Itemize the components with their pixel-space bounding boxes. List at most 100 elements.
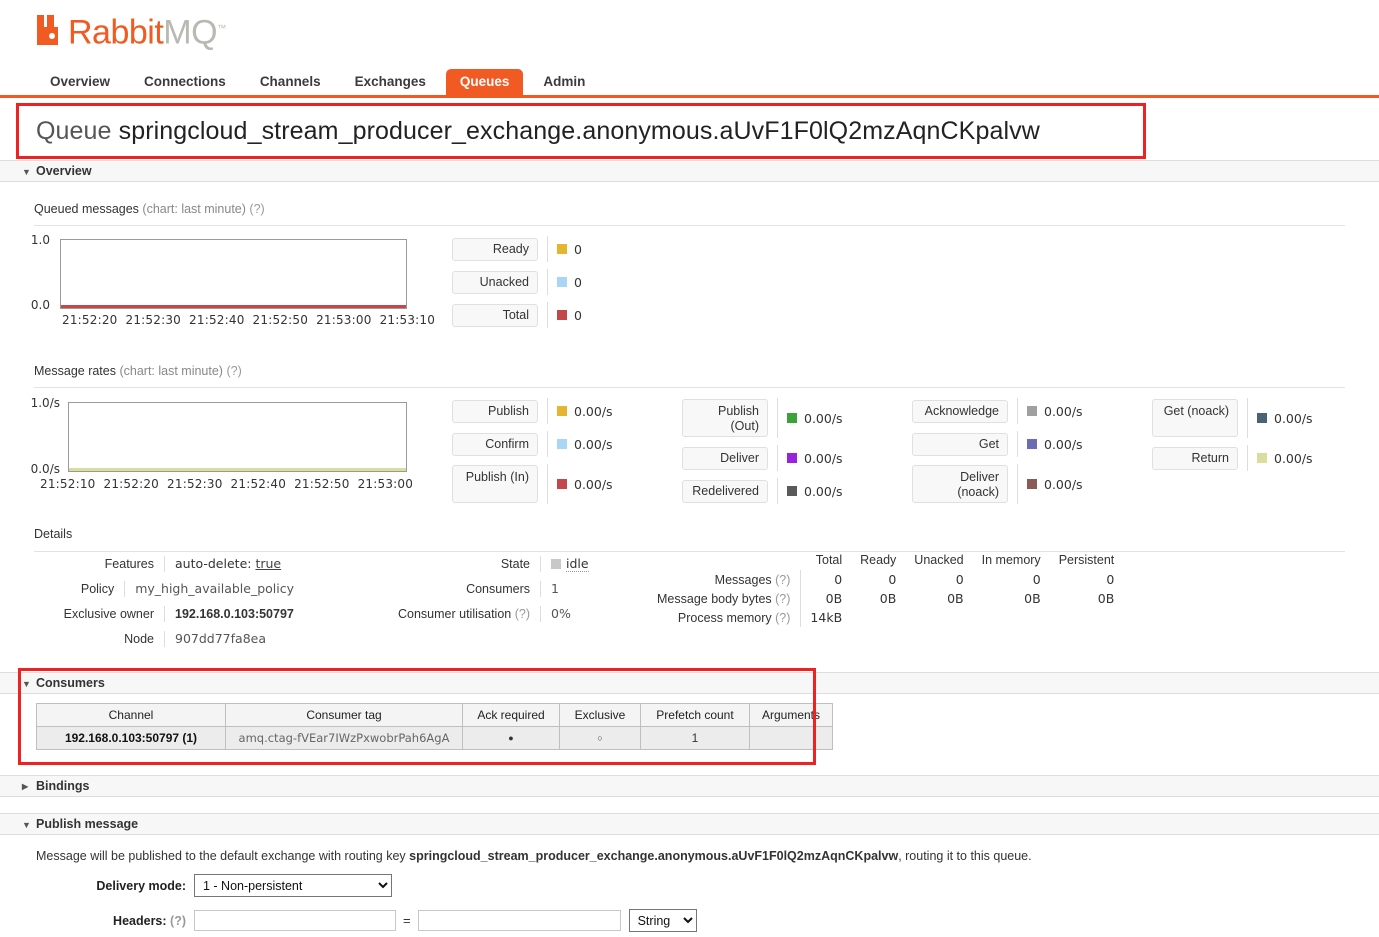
detail-features-value: auto-delete: true xyxy=(165,556,281,572)
return-button[interactable]: Return xyxy=(1152,446,1238,470)
legend-row-publish-in: Publish (In) 0.00/s xyxy=(452,464,613,504)
publish-in-value: 0.00/s xyxy=(574,476,613,492)
col-ack-required[interactable]: Ack required xyxy=(462,703,560,727)
delivery-mode-select[interactable]: 1 - Non-persistent 2 - Persistent xyxy=(194,874,392,897)
queued-messages-heading: Queued messages (chart: last minute) (?) xyxy=(0,202,265,216)
nav-tab-exchanges[interactable]: Exchanges xyxy=(341,69,440,95)
header-type-select[interactable]: String Number Boolean List xyxy=(628,909,697,932)
process-memory-total: 14kB xyxy=(810,610,843,625)
header-value-input[interactable] xyxy=(417,910,621,931)
detail-policy-value[interactable]: my_high_available_policy xyxy=(125,581,294,597)
nav-tab-connections[interactable]: Connections xyxy=(130,69,240,95)
swatch-acknowledge xyxy=(1027,406,1037,416)
row-pm-text: Process memory xyxy=(677,610,772,625)
brand-logo[interactable]: RabbitMQ™ xyxy=(36,8,226,52)
confirm-value: 0.00/s xyxy=(574,436,613,452)
legend-divider xyxy=(777,445,778,471)
section-label-bindings: Bindings xyxy=(36,779,90,793)
ready-button[interactable]: Ready xyxy=(452,237,538,261)
chart1-ytick-top: 1.0 xyxy=(30,233,50,247)
confirm-button[interactable]: Confirm xyxy=(452,432,538,456)
detail-policy-label: Policy xyxy=(34,581,126,597)
nav-tab-channels[interactable]: Channels xyxy=(246,69,335,95)
message-body-bytes-help-icon[interactable]: (?) xyxy=(775,592,790,606)
consumer-channel[interactable]: 192.168.0.103:50797 (1) xyxy=(36,726,226,750)
queued-messages-help-icon[interactable]: (?) xyxy=(249,202,264,216)
acknowledge-button[interactable]: Acknowledge xyxy=(912,399,1008,423)
get-button[interactable]: Get xyxy=(912,432,1008,456)
headers-label-text: Headers: xyxy=(113,913,167,928)
detail-consumer-utilisation-value: 0% xyxy=(551,606,571,621)
detail-exclusive-owner-value[interactable]: 192.168.0.103:50797 xyxy=(165,606,294,622)
chart1-xtick-3: 21:52:50 xyxy=(252,313,309,327)
legend-divider xyxy=(547,269,548,295)
publish-out-button[interactable]: Publish (Out) xyxy=(682,399,768,437)
legend-divider xyxy=(1017,431,1018,457)
legend-divider xyxy=(547,464,548,504)
publish-button[interactable]: Publish xyxy=(452,399,538,423)
total-button[interactable]: Total xyxy=(452,303,538,327)
legend-row-get-noack: Get (noack) 0.00/s xyxy=(1152,398,1313,438)
detail-state-value-wrap: idle xyxy=(541,556,589,572)
redelivered-button[interactable]: Redelivered xyxy=(682,479,768,503)
legend-divider xyxy=(1247,398,1248,438)
legend-divider xyxy=(547,302,548,328)
headers-help-icon[interactable]: (?) xyxy=(170,914,186,928)
get-noack-button[interactable]: Get (noack) xyxy=(1152,399,1238,437)
header-key-input[interactable] xyxy=(194,910,396,931)
col-prefetch-count[interactable]: Prefetch count xyxy=(640,703,750,727)
features-link[interactable]: true xyxy=(255,556,281,571)
nav-tab-queues[interactable]: Queues xyxy=(445,69,524,95)
chart2-return-line xyxy=(69,468,406,471)
col-consumer-tag[interactable]: Consumer tag xyxy=(225,703,463,727)
message-rates-help-icon[interactable]: (?) xyxy=(226,364,241,378)
process-memory-help-icon[interactable]: (?) xyxy=(775,611,790,625)
equals-sign: = xyxy=(403,913,411,928)
chart1-xtick-2: 21:52:40 xyxy=(189,313,245,327)
stats-corner xyxy=(648,553,801,570)
mbb-total: 0B xyxy=(825,591,843,606)
deliver-button[interactable]: Deliver xyxy=(682,446,768,470)
mbb-persistent: 0B xyxy=(1097,591,1115,606)
deliver-noack-value: 0.00/s xyxy=(1044,476,1083,492)
nav-tab-admin[interactable]: Admin xyxy=(529,69,599,95)
publish-routing-key: springcloud_stream_producer_exchange.ano… xyxy=(409,849,899,863)
publish-in-button[interactable]: Publish (In) xyxy=(452,465,538,503)
messages-unacked: 0 xyxy=(955,572,964,587)
message-rates-title: Message rates xyxy=(34,364,116,378)
col-total: Total xyxy=(815,553,843,567)
row-label-message-body-bytes: Message body bytes (?) xyxy=(648,589,802,608)
total-value: 0 xyxy=(574,307,582,323)
legend-row-deliver: Deliver 0.00/s xyxy=(682,445,843,471)
unacked-button[interactable]: Unacked xyxy=(452,270,538,294)
process-memory-in-memory xyxy=(973,608,1050,627)
delivery-mode-row: Delivery mode: 1 - Non-persistent 2 - Pe… xyxy=(36,874,392,897)
section-header-publish-message[interactable]: ▼ Publish message xyxy=(0,813,1379,835)
deliver-noack-button[interactable]: Deliver (noack) xyxy=(912,465,1008,503)
nav-tab-overview[interactable]: Overview xyxy=(36,69,124,95)
col-arguments[interactable]: Arguments xyxy=(749,703,833,727)
message-rates-legend-col2: Publish (Out) 0.00/s Deliver 0.00/s Rede… xyxy=(682,398,843,511)
detail-exclusive-owner: Exclusive owner 192.168.0.103:50797 xyxy=(34,606,294,622)
col-channel[interactable]: Channel xyxy=(36,703,226,727)
publish-value: 0.00/s xyxy=(574,403,613,419)
section-header-consumers[interactable]: ▼ Consumers xyxy=(0,672,1379,694)
chevron-down-icon: ▼ xyxy=(22,820,31,830)
messages-total: 0 xyxy=(834,572,843,587)
message-rates-legend-col1: Publish 0.00/s Confirm 0.00/s Publish (I… xyxy=(452,398,613,511)
messages-help-icon[interactable]: (?) xyxy=(775,573,790,587)
chart2-xtick-2: 21:52:30 xyxy=(167,477,223,491)
legend-row-redelivered: Redelivered 0.00/s xyxy=(682,478,843,504)
acknowledge-value: 0.00/s xyxy=(1044,403,1083,419)
swatch-confirm xyxy=(557,439,567,449)
chevron-right-icon: ▶ xyxy=(22,782,29,791)
section-label-overview: Overview xyxy=(36,164,92,178)
section-header-bindings[interactable]: ▶ Bindings xyxy=(0,775,1379,797)
col-exclusive[interactable]: Exclusive xyxy=(559,703,641,727)
section-header-overview[interactable]: ▼ Overview xyxy=(0,160,1379,182)
col-persistent: Persistent xyxy=(1058,553,1115,567)
consumer-utilisation-help-icon[interactable]: (?) xyxy=(515,607,530,621)
detail-state-value[interactable]: idle xyxy=(566,556,589,572)
swatch-get xyxy=(1027,439,1037,449)
chevron-down-icon: ▼ xyxy=(22,679,31,689)
